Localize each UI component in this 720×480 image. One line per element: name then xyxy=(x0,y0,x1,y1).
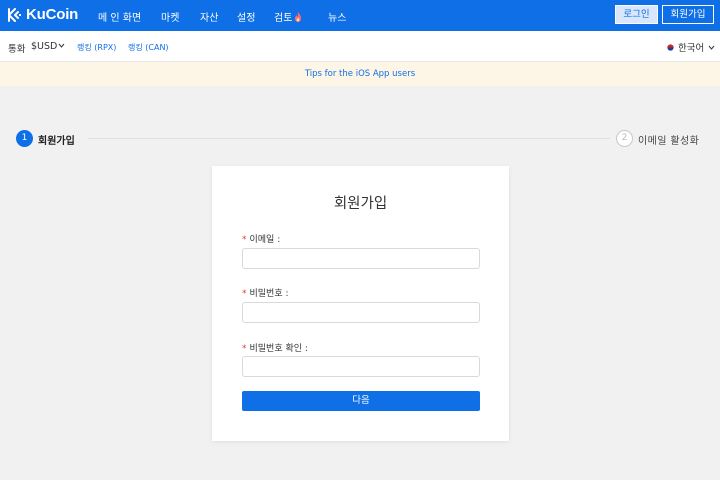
password-field[interactable] xyxy=(242,302,480,323)
nav-review[interactable]: 검토 xyxy=(274,9,302,24)
confirm-password-label: * 비밀번호 확인 : xyxy=(242,341,308,354)
email-field[interactable] xyxy=(242,248,480,269)
language-label: 한국어 xyxy=(678,43,705,54)
next-button[interactable]: 다음 xyxy=(242,391,480,411)
top-navbar: KuCoin 메 인 화면 마켓 자산 설정 검토 뉴스 로그인 회원가입 xyxy=(0,0,720,31)
confirm-password-field[interactable] xyxy=(242,356,480,377)
currency-selector[interactable]: $USD xyxy=(31,41,65,52)
fire-icon xyxy=(295,12,302,22)
nav-market[interactable]: 마켓 xyxy=(161,9,179,24)
step-1-label: 회원가입 xyxy=(38,136,75,147)
korea-flag-icon xyxy=(666,42,675,52)
step-1-indicator: 1 xyxy=(16,130,33,147)
login-button[interactable]: 로그인 xyxy=(615,5,658,24)
currency-label: 통화 xyxy=(8,44,26,55)
kucoin-logo-icon xyxy=(8,7,21,22)
steps-connector xyxy=(88,138,610,139)
brand-name: KuCoin xyxy=(26,6,79,23)
required-mark: * xyxy=(242,289,247,299)
signup-form-card: 회원가입 * 이메일 : * 비밀번호 : * 비밀번호 확인 : 다음 xyxy=(212,166,509,441)
password-label-text: 비밀번호 : xyxy=(249,289,289,299)
kucoin-logo[interactable]: KuCoin xyxy=(8,6,78,23)
nav-assets[interactable]: 자산 xyxy=(200,9,218,24)
ticker-rpx[interactable]: 랭킹 (RPX) xyxy=(77,42,116,53)
nav-settings[interactable]: 설정 xyxy=(237,9,255,24)
step-2-indicator: 2 xyxy=(616,130,633,147)
form-title: 회원가입 xyxy=(333,196,388,212)
confirm-password-label-text: 비밀번호 확인 : xyxy=(249,344,308,354)
signup-button[interactable]: 회원가입 xyxy=(662,5,714,24)
email-label: * 이메일 : xyxy=(242,232,280,245)
currency-value: $USD xyxy=(31,41,58,52)
notice-banner: Tips for the iOS App users xyxy=(0,62,720,86)
email-label-text: 이메일 : xyxy=(249,235,281,245)
required-mark: * xyxy=(242,235,247,245)
sub-toolbar: 통화 $USD 랭킹 (RPX) 랭킹 (CAN) 한국어 xyxy=(0,31,720,62)
required-mark: * xyxy=(242,344,247,354)
chevron-down-icon xyxy=(708,45,715,50)
nav-home[interactable]: 메 인 화면 xyxy=(98,9,141,24)
ticker-can[interactable]: 랭킹 (CAN) xyxy=(128,42,169,53)
step-2-label: 이메일 활성화 xyxy=(638,136,700,147)
nav-review-label: 검토 xyxy=(274,13,293,24)
language-selector[interactable]: 한국어 xyxy=(666,40,715,54)
notice-link[interactable]: Tips for the iOS App users xyxy=(305,69,415,79)
password-label: * 비밀번호 : xyxy=(242,286,289,299)
chevron-down-icon xyxy=(58,43,65,48)
nav-news[interactable]: 뉴스 xyxy=(328,9,346,24)
